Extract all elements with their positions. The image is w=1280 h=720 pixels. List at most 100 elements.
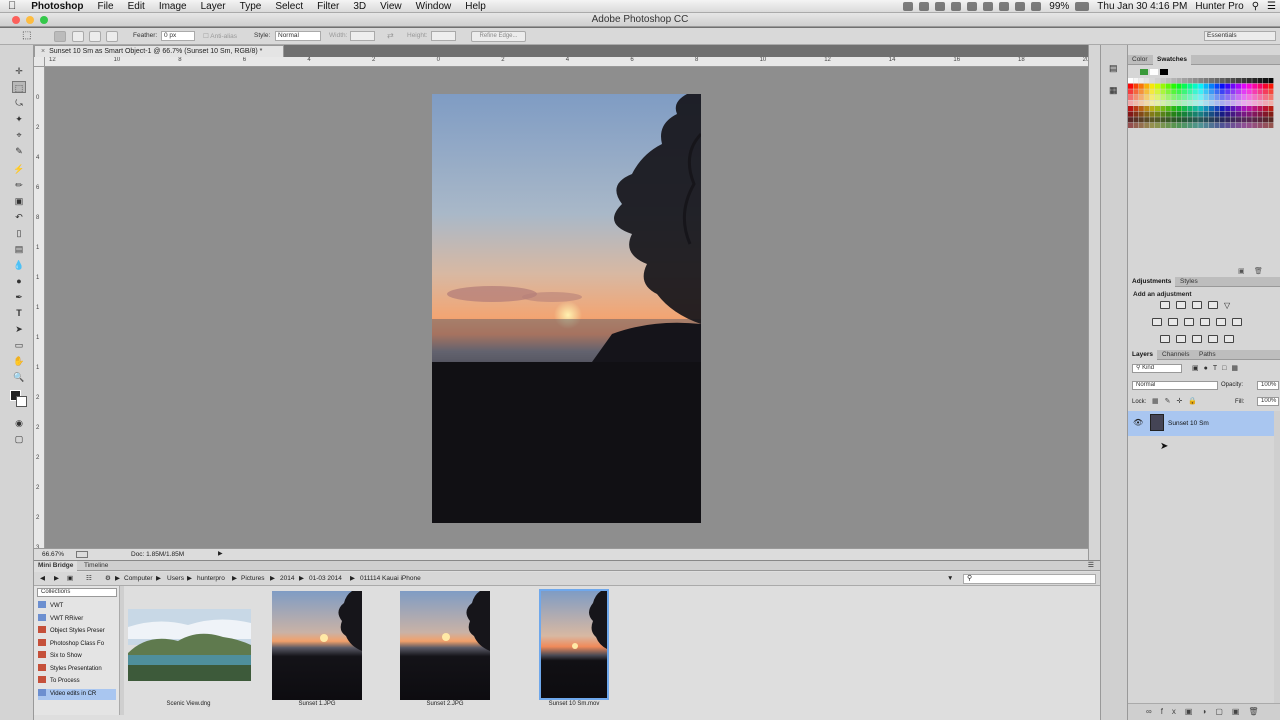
swatch[interactable] <box>1214 83 1220 89</box>
swatch[interactable] <box>1236 117 1241 123</box>
layers-scrollbar[interactable] <box>1274 411 1280 711</box>
breadcrumb-hunterpro[interactable]: hunterpro <box>197 572 225 586</box>
breadcrumb-2014[interactable]: 2014 <box>280 572 294 586</box>
swatch[interactable] <box>1144 106 1150 112</box>
swatch[interactable] <box>1171 106 1177 112</box>
collection-item[interactable]: Photoshop Class Fo <box>38 638 116 650</box>
layer-row-selected[interactable]: 👁 Sunset 10 Sm <box>1128 411 1274 436</box>
swatch[interactable] <box>1230 106 1236 112</box>
add-selection-icon[interactable] <box>72 31 84 42</box>
user-name[interactable]: Hunter Pro <box>1195 1 1243 12</box>
invert-icon[interactable] <box>1160 335 1170 343</box>
lock-icons[interactable]: ▦✎✛🔒 <box>1152 397 1203 405</box>
swatch[interactable] <box>1149 106 1155 112</box>
dropbox-icon[interactable] <box>903 2 914 11</box>
pen-tool-icon[interactable]: ✒ <box>12 291 26 303</box>
swatch[interactable] <box>1128 122 1133 128</box>
selective-color-icon[interactable] <box>1208 335 1218 343</box>
swatch[interactable] <box>1155 94 1160 100</box>
wifi-icon[interactable] <box>1015 2 1026 11</box>
swatch[interactable] <box>1149 100 1155 106</box>
swatch[interactable] <box>1176 83 1182 89</box>
swatch[interactable] <box>1155 89 1160 95</box>
swatch[interactable] <box>1241 78 1247 84</box>
background-color-swatch[interactable] <box>16 396 27 407</box>
swatch[interactable] <box>1171 78 1177 84</box>
swatch[interactable] <box>1133 111 1139 117</box>
swatch[interactable] <box>1219 106 1225 112</box>
swatch[interactable] <box>1219 94 1225 100</box>
path-selection-tool-icon[interactable]: ➤ <box>12 323 26 335</box>
spotlight-icon[interactable]: ⚲ <box>1252 1 1259 12</box>
layer-filter-select[interactable]: ⚲ Kind <box>1132 364 1182 373</box>
swatch[interactable] <box>1219 117 1225 123</box>
swatch[interactable] <box>1225 106 1231 112</box>
swatch[interactable] <box>1171 122 1177 128</box>
swatch[interactable] <box>1230 122 1236 128</box>
photo-filter-icon[interactable] <box>1200 318 1210 326</box>
marquee-tool-icon[interactable]: ⬚ <box>12 81 26 93</box>
swatch[interactable] <box>1192 94 1198 100</box>
swatch[interactable] <box>1263 106 1268 112</box>
swatch[interactable] <box>1144 111 1150 117</box>
swatch[interactable] <box>1133 89 1139 95</box>
layer-visibility-eye-icon[interactable]: 👁 <box>1133 418 1143 427</box>
swatch[interactable] <box>1144 122 1150 128</box>
swatch[interactable] <box>1268 94 1274 100</box>
hue-saturation-icon[interactable] <box>1152 318 1162 326</box>
swatch[interactable] <box>1138 111 1144 117</box>
swatch[interactable] <box>1182 94 1187 100</box>
swatch[interactable] <box>1214 111 1220 117</box>
swatch[interactable] <box>1144 83 1150 89</box>
swatch[interactable] <box>1252 117 1258 123</box>
swatch[interactable] <box>1165 89 1171 95</box>
healing-brush-tool-icon[interactable]: ⚡ <box>12 163 26 175</box>
move-tool-icon[interactable]: ✛ <box>12 65 26 77</box>
swatch[interactable] <box>1187 94 1193 100</box>
swatch[interactable] <box>1149 94 1155 100</box>
blur-tool-icon[interactable]: 💧 <box>12 259 26 271</box>
vertical-ruler[interactable]: 0246811111222223 <box>34 67 45 548</box>
swatch[interactable] <box>1165 122 1171 128</box>
swatch[interactable] <box>1165 106 1171 112</box>
swatch[interactable] <box>1236 78 1241 84</box>
sync-icon[interactable] <box>935 2 946 11</box>
view-mode-icon[interactable]: ☷ <box>86 572 92 586</box>
thumbnail-sunset-2[interactable] <box>400 591 490 700</box>
swatch[interactable] <box>1192 106 1198 112</box>
upload-icon[interactable] <box>951 2 962 11</box>
swatch[interactable] <box>1133 94 1139 100</box>
swatch[interactable] <box>1263 94 1268 100</box>
brush-tool-icon[interactable]: ✏ <box>12 179 26 191</box>
menu-window[interactable]: Window <box>409 0 459 13</box>
swatch[interactable] <box>1155 100 1160 106</box>
swatch[interactable] <box>1182 122 1187 128</box>
collection-item[interactable]: Object Styles Preser <box>38 626 116 637</box>
properties-panel-icon[interactable]: ▦ <box>1109 85 1121 96</box>
swatch[interactable] <box>1230 83 1236 89</box>
swatch[interactable] <box>1252 106 1258 112</box>
swatch[interactable] <box>1144 78 1150 84</box>
swatch[interactable] <box>1214 89 1220 95</box>
swatch[interactable] <box>1182 117 1187 123</box>
anti-alias-checkbox[interactable]: ☐ Anti-alias <box>203 32 237 40</box>
swatch[interactable] <box>1160 83 1166 89</box>
swatch[interactable] <box>1263 117 1268 123</box>
volume-icon[interactable] <box>1031 2 1042 11</box>
swatch[interactable] <box>1149 117 1155 123</box>
swatch[interactable] <box>1203 106 1209 112</box>
battery-percent[interactable]: 99% <box>1049 1 1069 12</box>
swatch[interactable] <box>1241 111 1247 117</box>
shape-tool-icon[interactable]: ▭ <box>12 339 26 351</box>
swatch[interactable] <box>1187 83 1193 89</box>
swatch[interactable] <box>1214 78 1220 84</box>
notifications-icon[interactable]: ☰ <box>1267 1 1276 12</box>
eraser-tool-icon[interactable]: ▯ <box>12 227 26 239</box>
swatch[interactable] <box>1165 111 1171 117</box>
swatch[interactable] <box>1133 106 1139 112</box>
swatch[interactable] <box>1176 94 1182 100</box>
quick-mask-icon[interactable]: ◉ <box>12 417 26 429</box>
swatch[interactable] <box>1268 122 1274 128</box>
style-select[interactable]: Normal <box>275 31 321 41</box>
refine-edge-button[interactable]: Refine Edge... <box>471 31 526 42</box>
